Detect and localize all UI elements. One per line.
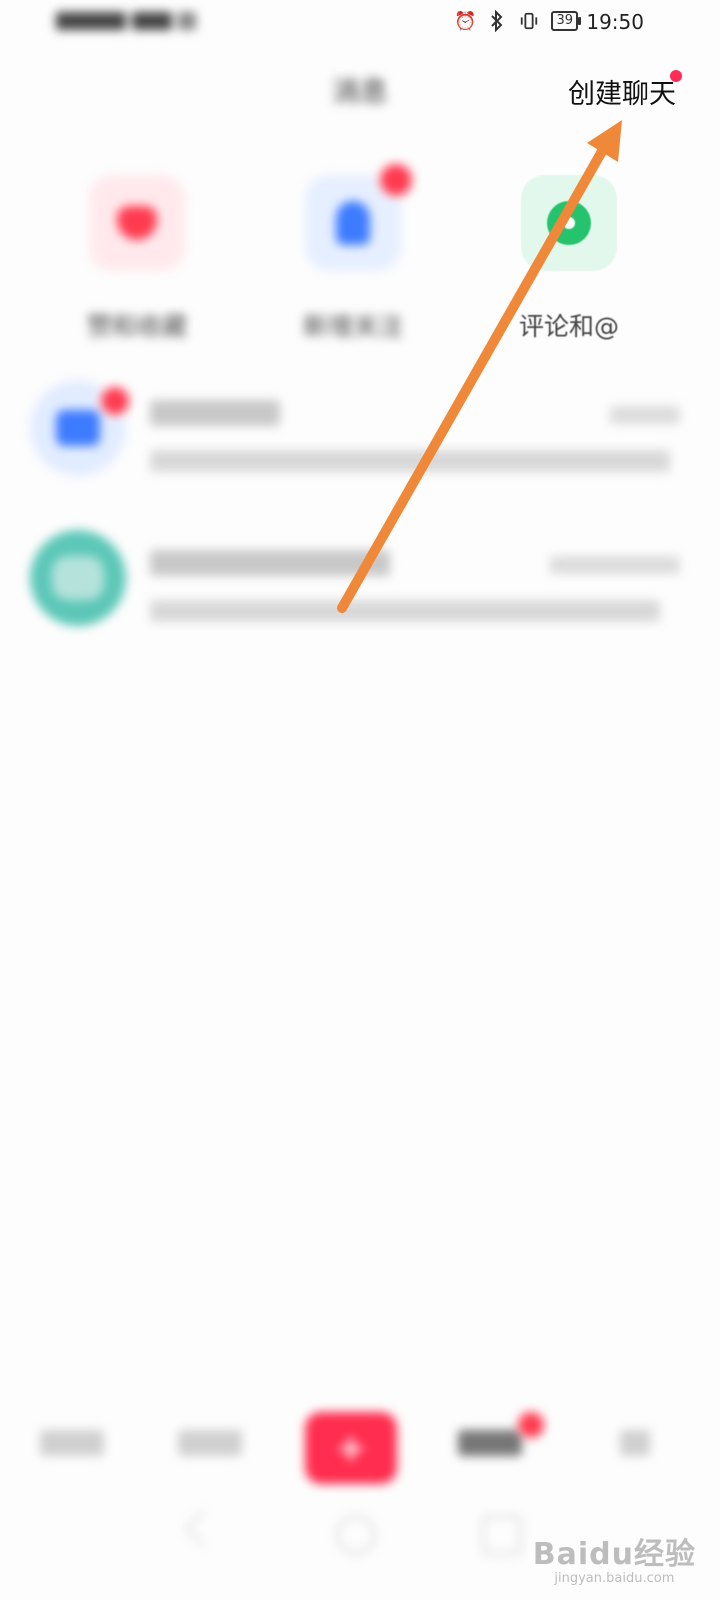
nav-item-home[interactable] <box>40 1430 104 1456</box>
person-icon <box>305 161 415 271</box>
signal-indicators <box>56 12 196 30</box>
conversation-name <box>150 550 390 576</box>
conversation-preview <box>150 450 670 472</box>
watermark-url: jingyan.baidu.com <box>554 1571 675 1586</box>
nav-item-messages[interactable] <box>458 1430 522 1456</box>
battery-icon: 39 <box>551 11 581 31</box>
avatar <box>30 380 132 476</box>
notification-badge <box>377 161 415 199</box>
heart-icon <box>89 175 185 271</box>
messages-badge <box>518 1412 544 1438</box>
new-followers-entry[interactable]: 新增关注 <box>258 161 448 343</box>
comments-and-mentions-entry[interactable]: 评论和@ <box>474 175 664 343</box>
home-icon[interactable] <box>336 1515 376 1555</box>
back-icon[interactable] <box>184 1509 223 1548</box>
recent-apps-icon[interactable] <box>482 1515 522 1555</box>
conversation-preview <box>150 600 660 622</box>
alarm-icon: ⏰ <box>454 10 477 32</box>
create-chat-badge <box>670 70 682 82</box>
status-bar: ⏰ 39 19:50 <box>0 0 720 50</box>
quick-entry-label: 评论和@ <box>518 312 619 341</box>
avatar <box>30 530 126 626</box>
status-time: 19:50 <box>586 10 644 34</box>
list-item[interactable] <box>0 380 720 500</box>
baidu-watermark: Baidu经验 jingyan.baidu.com <box>533 1529 696 1586</box>
create-chat-button[interactable]: 创建聊天 <box>568 72 676 111</box>
publish-button[interactable]: + <box>305 1412 397 1484</box>
list-item[interactable] <box>0 530 720 650</box>
bottom-nav: + <box>0 1400 720 1500</box>
quick-entry-label: 赞和收藏 <box>86 312 187 341</box>
comment-icon <box>521 175 617 271</box>
vibrate-icon <box>519 11 539 31</box>
nav-item-me[interactable] <box>620 1430 650 1456</box>
conversation-name <box>150 400 280 426</box>
nav-item-shopping[interactable] <box>178 1430 242 1456</box>
plus-icon: + <box>335 1427 367 1469</box>
conversation-time <box>550 556 680 574</box>
likes-and-favorites-entry[interactable]: 赞和收藏 <box>42 175 232 343</box>
bluetooth-icon <box>487 10 507 32</box>
conversation-time <box>610 406 680 424</box>
watermark-brand: Baidu经验 <box>532 1537 696 1572</box>
quick-entry-label: 新增关注 <box>302 312 403 341</box>
notification-badge <box>98 384 132 418</box>
